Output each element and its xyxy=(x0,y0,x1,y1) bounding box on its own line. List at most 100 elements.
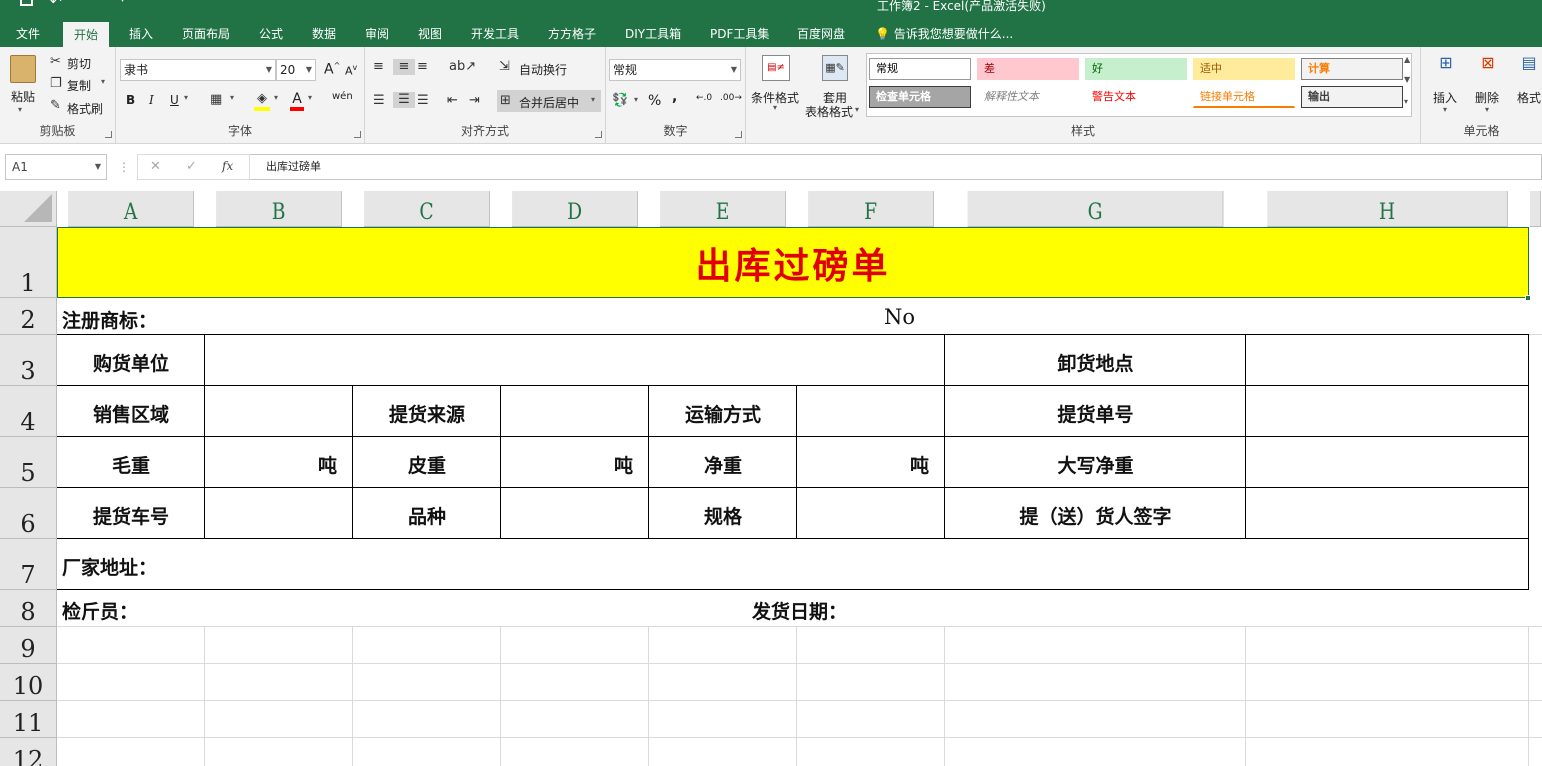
name-box[interactable]: A1 ▼ xyxy=(5,154,107,180)
cell-style-item[interactable]: 检查单元格 xyxy=(869,86,971,108)
number-launcher-icon[interactable] xyxy=(735,131,742,138)
borders-dropdown-icon[interactable]: ▾ xyxy=(230,93,234,102)
copy-button[interactable]: 复制 xyxy=(67,77,91,94)
copy-dropdown-icon[interactable]: ▾ xyxy=(101,77,105,86)
font-size-select[interactable]: 20 ▼ xyxy=(276,59,316,81)
gallery-scroll-down-icon[interactable]: ▼ xyxy=(1404,75,1410,84)
row-header-11[interactable]: 11 xyxy=(0,701,57,738)
pickup-source-label[interactable]: 提货来源 xyxy=(353,400,501,427)
tab-data[interactable]: 数据 xyxy=(312,25,336,42)
accounting-dropdown-icon[interactable]: ▾ xyxy=(634,95,638,104)
align-right-icon[interactable]: ☰ xyxy=(417,93,429,109)
inspector-label[interactable]: 检斤员： xyxy=(62,597,138,624)
cell-style-item[interactable]: 差 xyxy=(977,58,1079,80)
tab-insert[interactable]: 插入 xyxy=(129,25,153,42)
phonetic-button[interactable]: wén xyxy=(332,91,353,102)
alignment-launcher-icon[interactable] xyxy=(595,131,602,138)
column-header-e[interactable]: E xyxy=(660,191,786,227)
fill-handle[interactable] xyxy=(1525,295,1531,301)
number-format-select[interactable]: 常规 ▼ xyxy=(609,59,741,81)
decrease-font-button[interactable]: Av xyxy=(345,63,357,78)
row-2-merged-area[interactable] xyxy=(57,298,1529,334)
comma-button[interactable]: , xyxy=(672,89,677,105)
trademark-label[interactable]: 注册商标： xyxy=(62,306,157,333)
table-format-dropdown-icon[interactable]: ▾ xyxy=(855,105,859,114)
ship-date-label[interactable]: 发货日期： xyxy=(752,597,847,624)
row-header-6[interactable]: 6 xyxy=(0,488,57,539)
clipboard-launcher-icon[interactable] xyxy=(105,131,112,138)
cut-button[interactable]: 剪切 xyxy=(67,55,91,72)
format-cells-button[interactable]: 格式 xyxy=(1517,89,1541,106)
column-header-f[interactable]: F xyxy=(808,191,934,227)
tab-page-layout[interactable]: 页面布局 xyxy=(182,25,230,42)
column-header-b[interactable]: B xyxy=(216,191,342,227)
cell-style-item[interactable]: 解释性文本 xyxy=(977,86,1079,108)
tab-view[interactable]: 视图 xyxy=(418,25,442,42)
row-header-7[interactable]: 7 xyxy=(0,539,57,590)
increase-font-button[interactable]: A^ xyxy=(324,61,340,78)
cell-style-item[interactable]: 链接单元格 xyxy=(1193,86,1295,108)
net-upper-label[interactable]: 大写净重 xyxy=(945,451,1246,478)
row-header-3[interactable]: 3 xyxy=(0,335,57,386)
factory-address-label[interactable]: 厂家地址： xyxy=(62,553,157,580)
insert-dropdown-icon[interactable]: ▾ xyxy=(1443,105,1447,114)
tare-unit-label[interactable]: 吨 xyxy=(614,451,633,478)
tab-home[interactable]: 开始 xyxy=(63,22,110,47)
spec-label[interactable]: 规格 xyxy=(649,502,797,529)
column-header-i[interactable] xyxy=(1529,191,1542,227)
align-left-icon[interactable]: ☰ xyxy=(373,93,385,109)
tab-fangfang[interactable]: 方方格子 xyxy=(548,25,596,42)
orientation-icon[interactable]: ab↗ xyxy=(449,59,476,75)
align-bottom-icon[interactable]: ≡ xyxy=(417,59,428,75)
increase-decimal-button[interactable]: ←.0 xyxy=(696,93,712,103)
tab-review[interactable]: 审阅 xyxy=(365,25,389,42)
tab-pdf-tools[interactable]: PDF工具集 xyxy=(710,25,769,42)
pickup-no-label[interactable]: 提货单号 xyxy=(945,400,1246,427)
row-header-10[interactable]: 10 xyxy=(0,664,57,701)
tab-developer[interactable]: 开发工具 xyxy=(471,25,519,42)
underline-button[interactable]: U xyxy=(170,93,179,107)
table-format-button[interactable]: 表格格式 xyxy=(805,103,853,120)
cell-style-item[interactable]: 好 xyxy=(1085,58,1187,80)
fill-color-dropdown-icon[interactable]: ▾ xyxy=(274,93,278,102)
column-header-c[interactable]: C xyxy=(364,191,490,227)
unload-place-label[interactable]: 卸货地点 xyxy=(945,349,1246,376)
conditional-format-dropdown-icon[interactable]: ▾ xyxy=(773,103,777,112)
cell-style-item[interactable]: 计算 xyxy=(1301,58,1403,80)
decrease-decimal-button[interactable]: .00→ xyxy=(720,93,742,103)
delete-dropdown-icon[interactable]: ▾ xyxy=(1485,105,1489,114)
column-header-h[interactable]: H xyxy=(1267,191,1508,227)
align-center-icon[interactable]: ☰ xyxy=(393,92,415,108)
formula-input[interactable]: 出库过磅单 xyxy=(250,154,1542,180)
cell-style-item[interactable]: 常规 xyxy=(869,58,971,80)
tare-weight-label[interactable]: 皮重 xyxy=(353,451,501,478)
truck-no-label[interactable]: 提货车号 xyxy=(57,502,205,529)
tell-me-search[interactable]: 💡 告诉我您想要做什么... xyxy=(875,25,1013,42)
delete-cells-button[interactable]: 删除 xyxy=(1475,89,1499,106)
save-icon[interactable] xyxy=(20,0,33,6)
transport-label[interactable]: 运输方式 xyxy=(649,400,797,427)
cancel-icon[interactable]: ✕ xyxy=(150,159,161,174)
fill-color-icon[interactable]: ◈ xyxy=(254,91,270,111)
bold-button[interactable]: B xyxy=(126,93,135,107)
row-header-12[interactable]: 12 xyxy=(0,738,57,766)
number-label[interactable]: No xyxy=(884,305,915,329)
row-header-9[interactable]: 9 xyxy=(0,627,57,664)
tab-file[interactable]: 文件 xyxy=(16,25,40,42)
italic-button[interactable]: I xyxy=(149,93,154,107)
align-middle-icon[interactable]: ≡ xyxy=(393,59,415,75)
sales-region-label[interactable]: 销售区域 xyxy=(57,400,205,427)
gallery-scroll-up-icon[interactable]: ▲ xyxy=(1404,55,1410,64)
paste-dropdown-icon[interactable]: ▾ xyxy=(18,105,22,114)
decrease-indent-icon[interactable]: ⇤ xyxy=(447,93,458,109)
select-all-button[interactable] xyxy=(0,191,57,227)
format-painter-button[interactable]: 格式刷 xyxy=(67,100,103,117)
align-top-icon[interactable]: ≡ xyxy=(373,59,384,75)
underline-dropdown-icon[interactable]: ▾ xyxy=(184,93,188,102)
form-title-cell[interactable]: 出库过磅单 xyxy=(57,227,1529,298)
customize-quick-access-icon[interactable]: ▾ xyxy=(120,0,125,5)
tab-baidu-netdisk[interactable]: 百度网盘 xyxy=(797,25,845,42)
row-header-1[interactable]: 1 xyxy=(0,227,57,298)
row-header-2[interactable]: 2 xyxy=(0,298,57,335)
row-header-8[interactable]: 8 xyxy=(0,590,57,627)
